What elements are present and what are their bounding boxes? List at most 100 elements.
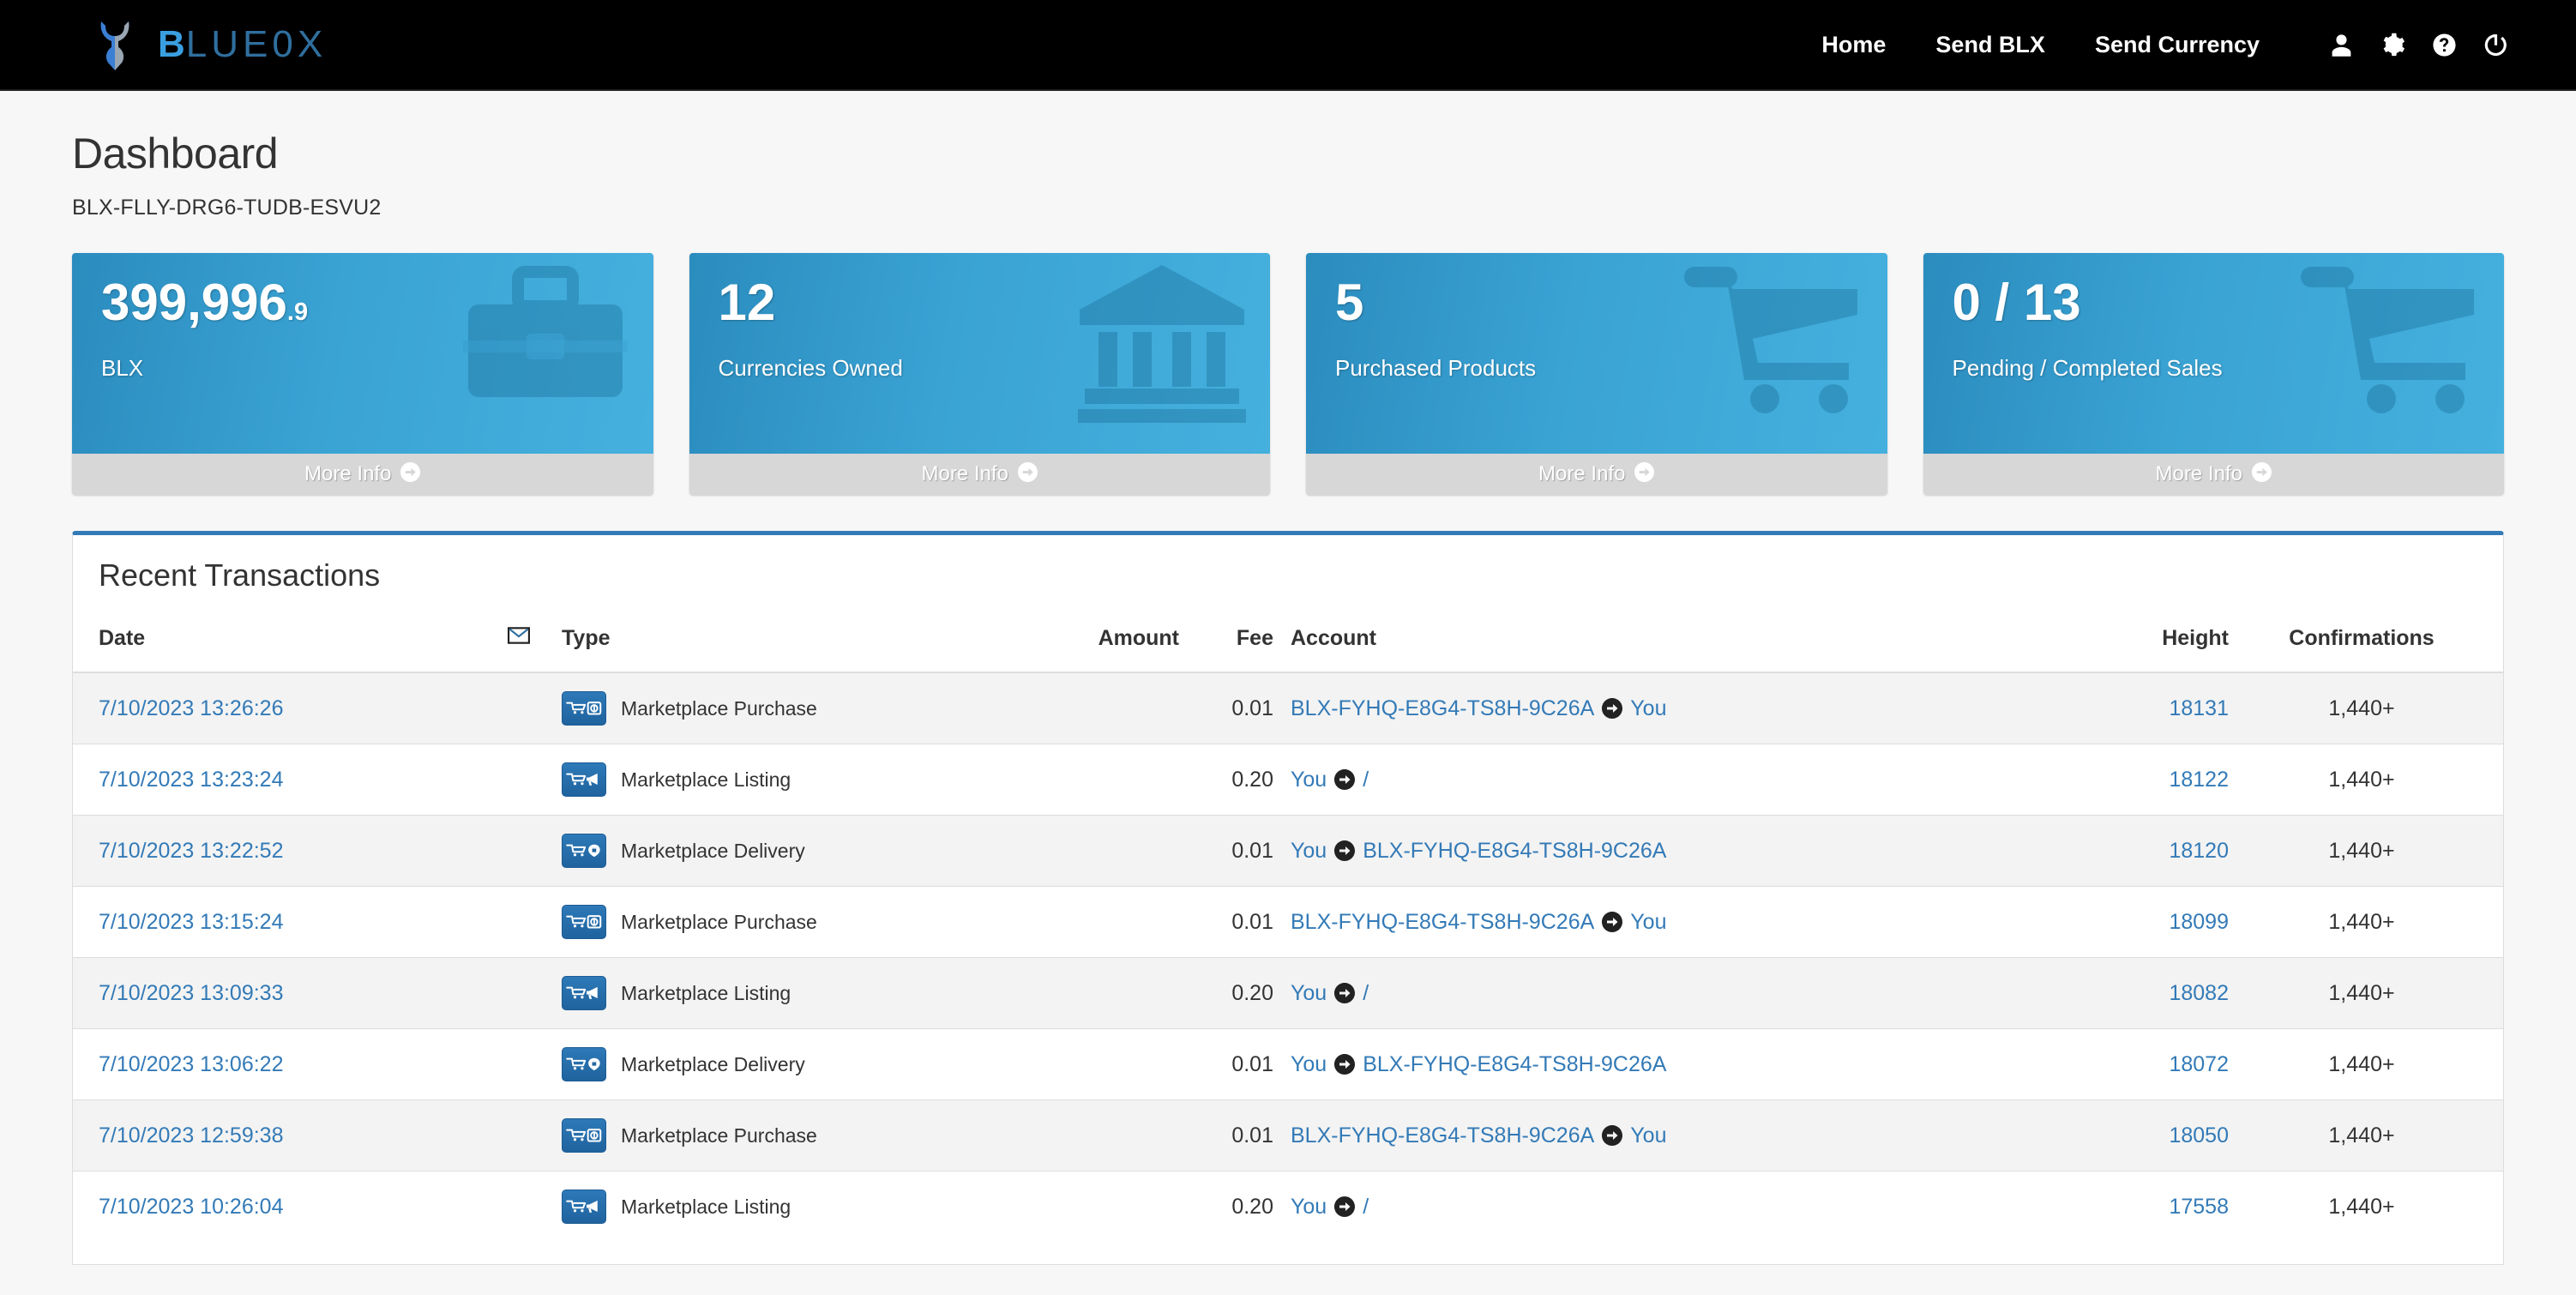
account-from-link[interactable]: You bbox=[1291, 981, 1327, 1006]
help-circle-icon[interactable] bbox=[2418, 19, 2470, 70]
account-to-link[interactable]: You bbox=[1630, 696, 1666, 721]
gear-icon[interactable] bbox=[2367, 19, 2418, 70]
account-address: BLX-FLLY-DRG6-TUDB-ESVU2 bbox=[72, 196, 382, 220]
account-to-link[interactable]: BLX-FYHQ-E8G4-TS8H-9C26A bbox=[1363, 1052, 1666, 1077]
brand-prefix: B bbox=[158, 23, 186, 65]
cart-megaphone-icon bbox=[562, 976, 606, 1010]
stat-card-more-info-button[interactable]: More Info bbox=[1923, 454, 2504, 495]
cell-amount bbox=[1033, 1099, 1188, 1172]
cell-account: You / bbox=[1282, 957, 2040, 1029]
column-header-height[interactable]: Height bbox=[2040, 612, 2237, 673]
stat-card-currencies-owned[interactable]: 12 Currencies Owned More Info bbox=[689, 253, 1270, 495]
table-row[interactable]: 7/10/2023 13:09:33 Marketplace Listing 0.2… bbox=[73, 957, 2503, 1029]
nav-link-home[interactable]: Home bbox=[1797, 32, 1911, 58]
transaction-date-link[interactable]: 7/10/2023 13:15:24 bbox=[99, 910, 283, 934]
stat-card-body: 5 Purchased Products bbox=[1306, 253, 1887, 454]
column-header-account[interactable]: Account bbox=[1282, 612, 2040, 673]
block-height-link[interactable]: 18122 bbox=[2169, 768, 2229, 792]
transaction-date-link[interactable]: 7/10/2023 13:23:24 bbox=[99, 768, 283, 792]
block-height-link[interactable]: 18072 bbox=[2169, 1052, 2229, 1076]
account-from-link[interactable]: You bbox=[1291, 1195, 1327, 1220]
stat-card-label: BLX bbox=[101, 355, 144, 381]
panel-title: Recent Transactions bbox=[99, 557, 381, 593]
column-header-fee[interactable]: Fee bbox=[1188, 612, 1282, 673]
cell-account: You / bbox=[1282, 744, 2040, 816]
account-from-link[interactable]: BLX-FYHQ-E8G4-TS8H-9C26A bbox=[1291, 696, 1594, 721]
table-row[interactable]: 7/10/2023 12:59:38 Marketplace Purchase 0.… bbox=[73, 1099, 2503, 1172]
table-row[interactable]: 7/10/2023 10:26:04 Marketplace Listing 0.2… bbox=[73, 1171, 2503, 1242]
brand-logo-link[interactable]: B LUE0X bbox=[94, 18, 327, 71]
cell-confirmations: 1,440+ bbox=[2237, 1099, 2503, 1172]
account-from-link[interactable]: You bbox=[1291, 1052, 1327, 1077]
user-icon[interactable] bbox=[2315, 19, 2367, 70]
account-from-link[interactable]: BLX-FYHQ-E8G4-TS8H-9C26A bbox=[1291, 1123, 1594, 1148]
page-title: Dashboard bbox=[72, 130, 279, 178]
column-header-confirmations[interactable]: Confirmations bbox=[2237, 612, 2503, 673]
account-from-link[interactable]: You bbox=[1291, 768, 1327, 792]
transaction-date-link[interactable]: 7/10/2023 10:26:04 bbox=[99, 1195, 283, 1219]
table-row[interactable]: 7/10/2023 13:23:24 Marketplace Listing 0.2… bbox=[73, 744, 2503, 816]
stat-card-more-info-button[interactable]: More Info bbox=[72, 454, 653, 495]
transactions-table-body: 7/10/2023 13:26:26 Marketplace Purchase 0.… bbox=[73, 672, 2503, 1242]
brand-text: B LUE0X bbox=[158, 26, 327, 63]
cell-height: 17558 bbox=[2040, 1171, 2237, 1242]
account-from-link[interactable]: BLX-FYHQ-E8G4-TS8H-9C26A bbox=[1291, 910, 1594, 935]
cell-amount bbox=[1033, 815, 1188, 887]
cell-type: Marketplace Purchase bbox=[553, 1099, 1033, 1172]
arrow-circle-right-icon bbox=[1602, 698, 1623, 719]
transaction-date-link[interactable]: 7/10/2023 13:22:52 bbox=[99, 839, 283, 863]
stat-card-more-info-button[interactable]: More Info bbox=[1306, 454, 1887, 495]
column-header-message-flag[interactable] bbox=[485, 612, 553, 673]
column-header-amount[interactable]: Amount bbox=[1033, 612, 1188, 673]
arrow-circle-right-icon bbox=[1334, 769, 1356, 790]
stat-card-label: Purchased Products bbox=[1335, 355, 1537, 381]
cell-account: You BLX-FYHQ-E8G4-TS8H-9C26A bbox=[1282, 815, 2040, 887]
cell-message-flag bbox=[485, 957, 553, 1029]
cell-confirmations: 1,440+ bbox=[2237, 744, 2503, 816]
column-header-type[interactable]: Type bbox=[553, 612, 1033, 673]
account-from-link[interactable]: You bbox=[1291, 839, 1327, 864]
nav-link-send-currency[interactable]: Send Currency bbox=[2070, 32, 2284, 58]
cell-height: 18131 bbox=[2040, 672, 2237, 744]
cart-megaphone-icon bbox=[562, 762, 606, 797]
stat-card-value: 5 bbox=[1335, 275, 1858, 329]
power-icon[interactable] bbox=[2470, 19, 2521, 70]
account-to-link[interactable]: BLX-FYHQ-E8G4-TS8H-9C26A bbox=[1363, 839, 1666, 864]
block-height-link[interactable]: 17558 bbox=[2169, 1195, 2229, 1219]
stat-card-pending-completed-sales[interactable]: 0 / 13 Pending / Completed Sales More In… bbox=[1923, 253, 2504, 495]
block-height-link[interactable]: 18082 bbox=[2169, 981, 2229, 1005]
cell-confirmations: 1,440+ bbox=[2237, 672, 2503, 744]
cell-confirmations: 1,440+ bbox=[2237, 886, 2503, 958]
block-height-link[interactable]: 18050 bbox=[2169, 1123, 2229, 1147]
nav-link-send-blx[interactable]: Send BLX bbox=[1911, 32, 2070, 58]
table-row[interactable]: 7/10/2023 13:15:24 Marketplace Purchase 0.… bbox=[73, 886, 2503, 958]
cell-height: 18122 bbox=[2040, 744, 2237, 816]
table-row[interactable]: 7/10/2023 13:06:22 Marketplace Delivery 0.… bbox=[73, 1028, 2503, 1100]
account-to-link[interactable]: You bbox=[1630, 910, 1666, 935]
stat-card-more-info-button[interactable]: More Info bbox=[689, 454, 1270, 495]
stat-card-blx-balance[interactable]: 399,996.9 BLX More Info bbox=[72, 253, 653, 495]
block-height-link[interactable]: 18099 bbox=[2169, 910, 2229, 934]
stat-card-value-main: 0 / 13 bbox=[1952, 274, 2081, 331]
cell-type: Marketplace Purchase bbox=[553, 886, 1033, 958]
transaction-type-label: Marketplace Purchase bbox=[621, 696, 817, 720]
column-header-date[interactable]: Date bbox=[73, 612, 485, 673]
arrow-circle-right-icon bbox=[1334, 1196, 1356, 1217]
transaction-date-link[interactable]: 7/10/2023 13:26:26 bbox=[99, 696, 283, 720]
stat-card-purchased-products[interactable]: 5 Purchased Products More Info bbox=[1306, 253, 1887, 495]
transaction-date-link[interactable]: 7/10/2023 13:09:33 bbox=[99, 981, 283, 1005]
cell-amount bbox=[1033, 744, 1188, 816]
cell-date: 7/10/2023 13:15:24 bbox=[73, 886, 485, 958]
cell-amount bbox=[1033, 672, 1188, 744]
block-height-link[interactable]: 18120 bbox=[2169, 839, 2229, 863]
block-height-link[interactable]: 18131 bbox=[2169, 696, 2229, 720]
transaction-date-link[interactable]: 7/10/2023 12:59:38 bbox=[99, 1123, 283, 1147]
account-to-link[interactable]: You bbox=[1630, 1123, 1666, 1148]
table-row[interactable]: 7/10/2023 13:26:26 Marketplace Purchase 0.… bbox=[73, 672, 2503, 744]
transaction-date-link[interactable]: 7/10/2023 13:06:22 bbox=[99, 1052, 283, 1076]
transaction-type-label: Marketplace Listing bbox=[621, 768, 791, 791]
table-row[interactable]: 7/10/2023 13:22:52 Marketplace Delivery 0.… bbox=[73, 815, 2503, 887]
cart-megaphone-icon bbox=[562, 1190, 606, 1224]
cell-account: BLX-FYHQ-E8G4-TS8H-9C26A You bbox=[1282, 886, 2040, 958]
cell-message-flag bbox=[485, 815, 553, 887]
